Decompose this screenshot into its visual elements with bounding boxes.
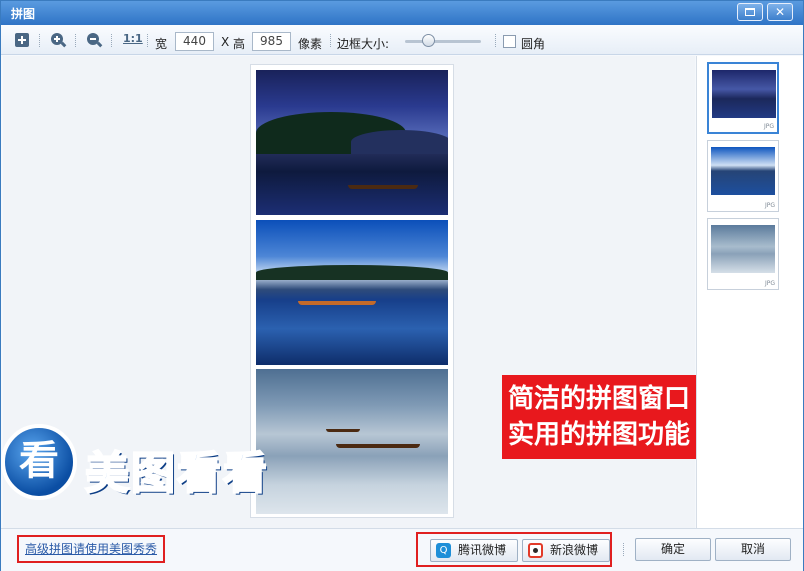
- unit-label: 像素: [298, 37, 323, 51]
- thumbnail-format-label: JPG: [763, 123, 774, 130]
- puzzle-photo-1[interactable]: [256, 70, 448, 215]
- puzzle-photo-2[interactable]: [256, 220, 448, 365]
- thumbnail-3[interactable]: JPG: [707, 218, 779, 290]
- title-bar[interactable]: 拼图 ✕: [1, 1, 803, 25]
- sina-weibo-icon: [528, 543, 543, 558]
- toolbar-separator: [75, 34, 76, 47]
- bottom-bar: 高级拼图请使用美图秀秀 Q 腾讯微博 新浪微博 确定 取消: [1, 528, 803, 571]
- maximize-button[interactable]: [737, 3, 763, 21]
- meitu-watermark-text: 美图看看: [84, 447, 269, 500]
- puzzle-photo-3[interactable]: [256, 369, 448, 514]
- toolbar-separator: [147, 34, 148, 47]
- cancel-button[interactable]: 取消: [715, 538, 791, 561]
- width-label: 宽: [155, 37, 168, 51]
- rounded-corner-checkbox[interactable]: [503, 35, 516, 48]
- toolbar-separator: [111, 34, 112, 47]
- thumbnail-format-label: JPG: [764, 202, 775, 209]
- advanced-puzzle-link[interactable]: 高级拼图请使用美图秀秀: [17, 535, 165, 563]
- sina-weibo-label: 新浪微博: [549, 543, 598, 557]
- thumbnail-format-label: JPG: [764, 280, 775, 287]
- toolbar-separator: [330, 34, 331, 47]
- tencent-weibo-button[interactable]: Q 腾讯微博: [430, 539, 518, 562]
- toolbar-separator: [495, 34, 496, 47]
- toolbar: 1:1 宽 440 X 高 985 像素 边框大小: 圆角: [1, 25, 803, 55]
- share-group: Q 腾讯微博 新浪微博: [416, 532, 612, 567]
- height-label: 高: [233, 37, 246, 51]
- width-input[interactable]: 440: [175, 32, 214, 51]
- actual-size-button[interactable]: 1:1: [123, 32, 143, 45]
- close-icon: ✕: [774, 5, 786, 19]
- toolbar-separator: [39, 34, 40, 47]
- footer-separator: [623, 543, 624, 556]
- thumbnail-2[interactable]: JPG: [707, 140, 779, 212]
- dimension-x-label: X: [221, 35, 230, 49]
- slider-thumb[interactable]: [422, 34, 435, 47]
- sina-weibo-button[interactable]: 新浪微博: [522, 539, 610, 562]
- ok-button[interactable]: 确定: [635, 538, 711, 561]
- close-button[interactable]: ✕: [767, 3, 793, 21]
- window-title: 拼图: [11, 7, 36, 21]
- tencent-weibo-icon: Q: [436, 543, 451, 558]
- thumbnail-1[interactable]: JPG: [707, 62, 779, 134]
- border-size-label: 边框大小:: [337, 37, 390, 51]
- zoom-out-icon[interactable]: [87, 33, 103, 48]
- puzzle-sheet: [250, 64, 454, 518]
- maximize-icon: [745, 8, 755, 16]
- border-size-slider[interactable]: [405, 40, 481, 43]
- add-image-icon[interactable]: [15, 33, 29, 47]
- thumbnail-sidebar: JPG JPG JPG: [696, 56, 803, 528]
- rounded-corner-label: 圆角: [521, 37, 546, 51]
- meitu-logo: 看: [1, 424, 77, 500]
- puzzle-window: 拼图 ✕ 1:1 宽 440 X 高 985 像素 边框大小: 圆角 看 美图看…: [0, 0, 804, 571]
- tencent-weibo-label: 腾讯微博: [457, 543, 506, 557]
- height-input[interactable]: 985: [252, 32, 291, 51]
- zoom-in-icon[interactable]: [51, 33, 67, 48]
